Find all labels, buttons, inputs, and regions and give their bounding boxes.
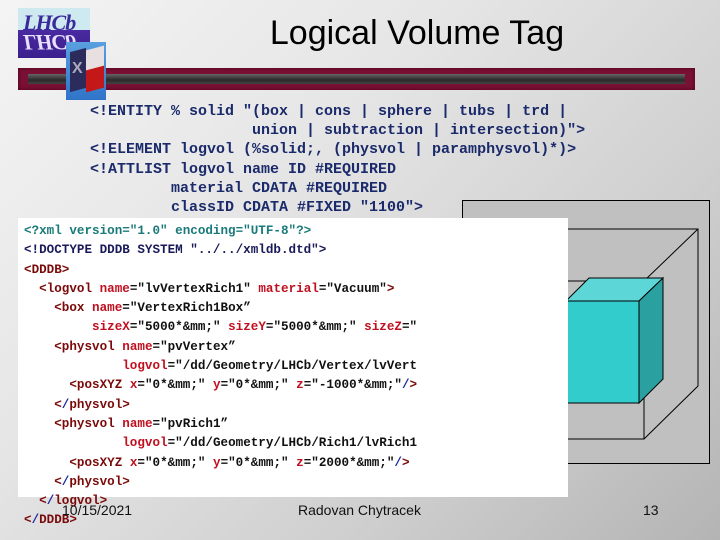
xml-code-example: <?xml version="1.0" encoding="UTF-8"?> <…: [18, 218, 568, 527]
dtd-line: <!ENTITY % solid "(box | cons | sphere |…: [90, 103, 568, 120]
title-underline-bar: [18, 68, 695, 90]
dtd-line: <!ATTLIST logvol name ID #REQUIRED: [90, 160, 397, 178]
slide-title: Logical Volume Tag: [269, 14, 565, 52]
ddddb-open-tag: <DDDB>: [24, 262, 70, 277]
dtd-line: classID CDATA #FIXED "1100">: [90, 199, 424, 217]
doctype-declaration: <!DOCTYPE DDDB SYSTEM "../../xmldb.dtd">: [24, 243, 327, 258]
dtd-line: material CDATA #REQUIRED: [90, 179, 388, 197]
slide-number: 13: [643, 502, 659, 518]
footer-author: Radovan Chytracek: [298, 502, 421, 518]
cuboid-volume: [564, 276, 665, 405]
xml-declaration: <?xml version="1.0" encoding="UTF-8"?>: [24, 224, 312, 238]
dtd-line: <!ELEMENT logvol (%solid;, (physvol | pa…: [90, 141, 577, 159]
footer-date: 10/15/2021: [62, 502, 133, 518]
dtd-line: union | subtraction | intersection)">: [90, 122, 586, 140]
